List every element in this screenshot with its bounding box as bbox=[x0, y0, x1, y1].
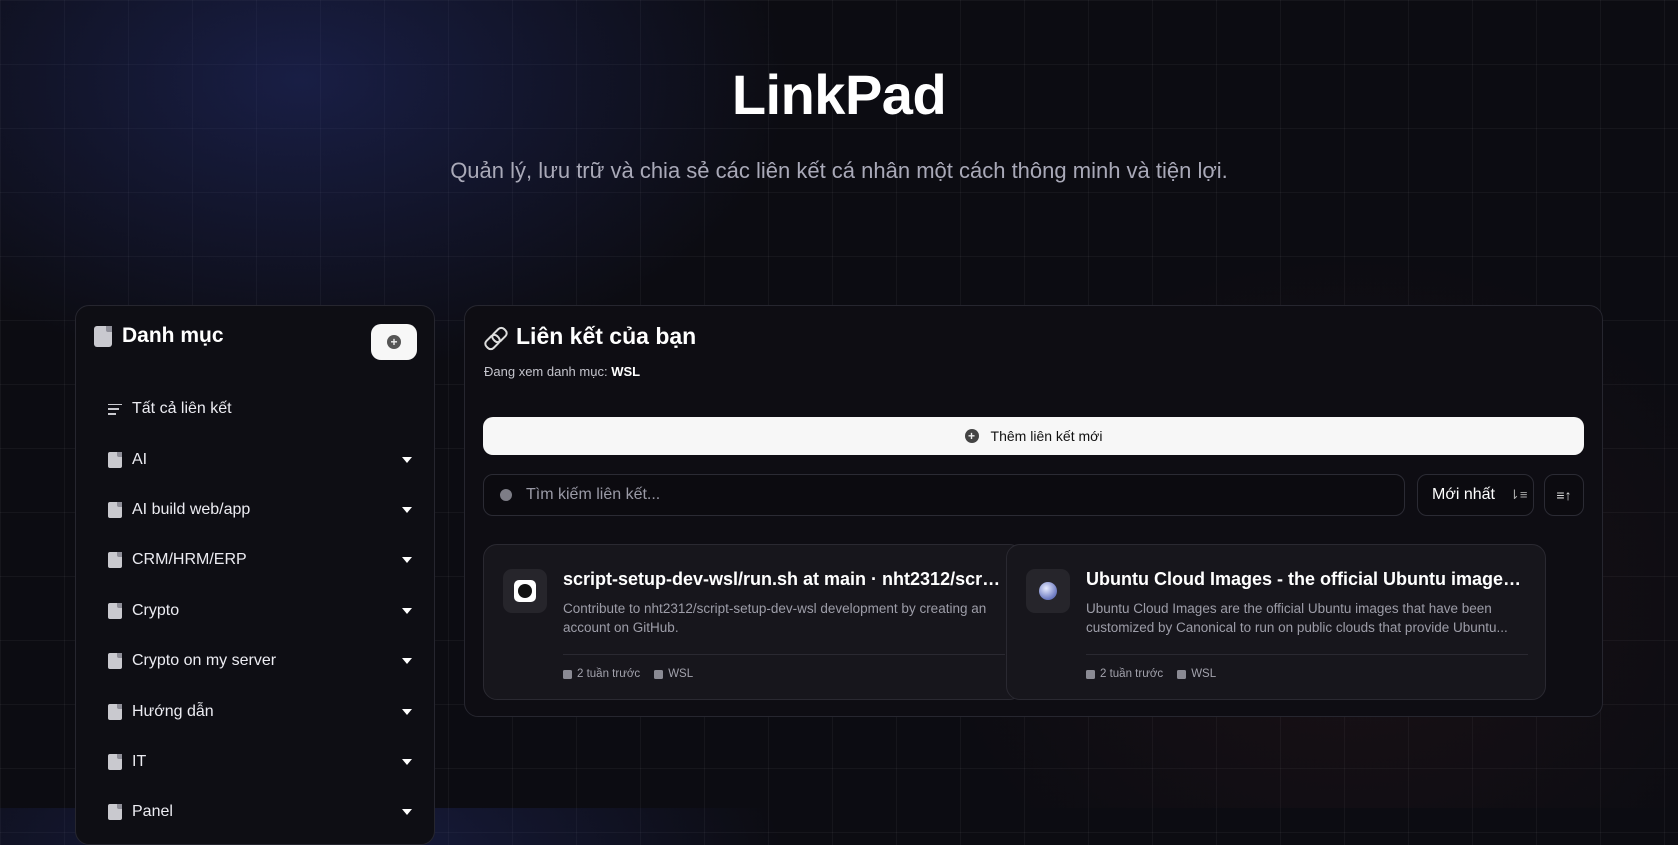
sidebar-header: Danh mục bbox=[94, 324, 224, 348]
sidebar-item-ai-build[interactable]: AI build web/app bbox=[108, 485, 412, 535]
chevron-down-icon[interactable] bbox=[402, 506, 412, 513]
sidebar-item-label: Crypto on my server bbox=[132, 652, 277, 670]
favicon bbox=[1026, 569, 1070, 613]
sidebar-item-crm[interactable]: CRM/HRM/ERP bbox=[108, 535, 412, 585]
chevron-down-icon[interactable] bbox=[402, 607, 412, 614]
calendar-icon bbox=[563, 669, 572, 679]
folder-icon bbox=[108, 501, 122, 518]
search-box bbox=[483, 474, 1405, 516]
links-header: Liên kết của bạn bbox=[484, 323, 696, 350]
sidebar-title: Danh mục bbox=[122, 324, 224, 347]
folder-icon bbox=[108, 602, 122, 619]
sidebar-item-label: Crypto bbox=[132, 601, 180, 619]
sidebar-item-label: Panel bbox=[132, 803, 173, 821]
sidebar-item-guide[interactable]: Hướng dẫn bbox=[108, 686, 412, 736]
sidebar-item-all-links[interactable]: Tất cả liên kết bbox=[108, 384, 412, 434]
link-category: WSL bbox=[668, 668, 694, 680]
folder-icon bbox=[108, 703, 122, 720]
folder-icon bbox=[654, 669, 664, 679]
sidebar-item-label: CRM/HRM/ERP bbox=[132, 551, 247, 569]
link-icon bbox=[484, 326, 506, 348]
add-link-button[interactable]: + Thêm liên kết mới bbox=[483, 417, 1584, 455]
chevron-down-icon[interactable] bbox=[402, 758, 412, 765]
category-list: Tất cả liên kết AI AI build web/app CRM/… bbox=[108, 384, 412, 838]
sidebar-item-panel[interactable]: Panel bbox=[108, 787, 412, 837]
folder-icon bbox=[94, 325, 112, 347]
sort-order-button[interactable]: ≡↑ bbox=[1544, 474, 1584, 516]
list-icon bbox=[108, 403, 122, 415]
add-category-button[interactable]: + bbox=[371, 324, 417, 360]
sort-value: Mới nhất bbox=[1432, 486, 1495, 503]
globe-icon bbox=[1039, 582, 1057, 600]
divider bbox=[563, 654, 1005, 655]
search-icon bbox=[500, 489, 512, 501]
plus-icon: + bbox=[387, 335, 401, 349]
divider bbox=[1086, 654, 1528, 655]
sidebar-item-label: AI build web/app bbox=[132, 500, 251, 518]
link-title[interactable]: script-setup-dev-wsl/run.sh at main · nh… bbox=[563, 569, 1003, 590]
sidebar-item-it[interactable]: IT bbox=[108, 737, 412, 787]
sidebar-item-label: IT bbox=[132, 752, 147, 770]
github-icon bbox=[514, 580, 536, 602]
folder-icon bbox=[108, 804, 122, 821]
link-title[interactable]: Ubuntu Cloud Images - the official Ubunt… bbox=[1086, 569, 1526, 590]
add-link-label: Thêm liên kết mới bbox=[990, 428, 1103, 444]
category-sidebar: Danh mục + Tất cả liên kết AI AI build w… bbox=[75, 305, 435, 845]
links-panel: Liên kết của bạn Đang xem danh mục: WSL … bbox=[464, 305, 1603, 717]
folder-icon bbox=[108, 653, 122, 670]
folder-icon bbox=[108, 753, 122, 770]
folder-icon bbox=[1177, 669, 1187, 679]
sort-icon: ⇂≡ bbox=[1508, 487, 1528, 502]
sidebar-item-label: Tất cả liên kết bbox=[132, 400, 232, 418]
sidebar-item-label: AI bbox=[132, 450, 148, 468]
link-meta: 2 tuần trước WSL bbox=[563, 668, 693, 680]
viewing-prefix: Đang xem danh mục: bbox=[484, 364, 608, 379]
link-meta: 2 tuần trước WSL bbox=[1086, 668, 1216, 680]
app-subtitle: Quản lý, lưu trữ và chia sẻ các liên kết… bbox=[450, 158, 1228, 183]
folder-icon bbox=[108, 451, 122, 468]
chevron-down-icon[interactable] bbox=[402, 708, 412, 715]
favicon bbox=[503, 569, 547, 613]
sidebar-item-crypto-server[interactable]: Crypto on my server bbox=[108, 636, 412, 686]
sort-order-icon: ≡↑ bbox=[1556, 487, 1572, 503]
calendar-icon bbox=[1086, 669, 1095, 679]
current-category: Đang xem danh mục: WSL bbox=[484, 364, 640, 379]
link-time: 2 tuần trước bbox=[577, 668, 641, 680]
viewing-category-name: WSL bbox=[611, 364, 641, 379]
chevron-down-icon[interactable] bbox=[402, 557, 412, 564]
chevron-down-icon[interactable] bbox=[402, 658, 412, 665]
page-title: Liên kết của bạn bbox=[516, 323, 697, 349]
link-card[interactable]: Ubuntu Cloud Images - the official Ubunt… bbox=[1006, 544, 1546, 700]
chevron-down-icon[interactable] bbox=[402, 456, 412, 463]
chevron-down-icon[interactable] bbox=[402, 809, 412, 816]
sidebar-item-ai[interactable]: AI bbox=[108, 434, 412, 484]
sidebar-item-label: Hướng dẫn bbox=[132, 702, 214, 720]
sidebar-item-crypto[interactable]: Crypto bbox=[108, 586, 412, 636]
link-description: Ubuntu Cloud Images are the official Ubu… bbox=[1086, 601, 1508, 635]
link-category: WSL bbox=[1191, 668, 1217, 680]
plus-icon: + bbox=[964, 429, 979, 443]
folder-icon bbox=[108, 552, 122, 569]
search-input[interactable] bbox=[524, 485, 1368, 505]
link-time: 2 tuần trước bbox=[1100, 668, 1164, 680]
sort-dropdown[interactable]: Mới nhất ⇂≡ bbox=[1417, 474, 1534, 516]
app-title: LinkPad bbox=[731, 63, 947, 126]
link-card[interactable]: script-setup-dev-wsl/run.sh at main · nh… bbox=[483, 544, 1023, 700]
link-description: Contribute to nht2312/script-setup-dev-w… bbox=[563, 601, 987, 635]
